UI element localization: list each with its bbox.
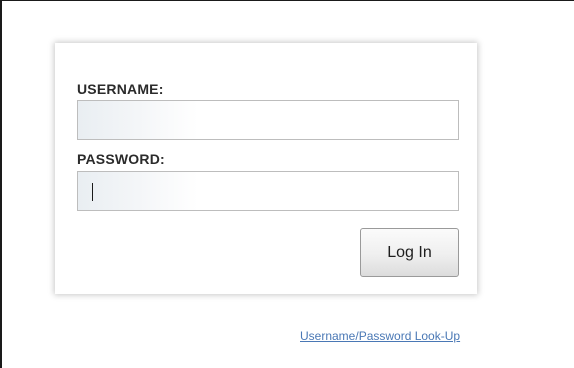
password-label: PASSWORD: bbox=[77, 151, 165, 167]
username-label: USERNAME: bbox=[77, 81, 164, 97]
log-in-button[interactable]: Log In bbox=[360, 228, 459, 277]
username-password-lookup-link[interactable]: Username/Password Look-Up bbox=[300, 329, 460, 343]
page-frame: USERNAME: PASSWORD: Log In Username/Pass… bbox=[0, 0, 574, 368]
login-form: USERNAME: PASSWORD: Log In bbox=[55, 43, 477, 294]
text-cursor bbox=[92, 183, 93, 201]
username-input[interactable] bbox=[77, 100, 459, 140]
password-input[interactable] bbox=[77, 171, 459, 211]
